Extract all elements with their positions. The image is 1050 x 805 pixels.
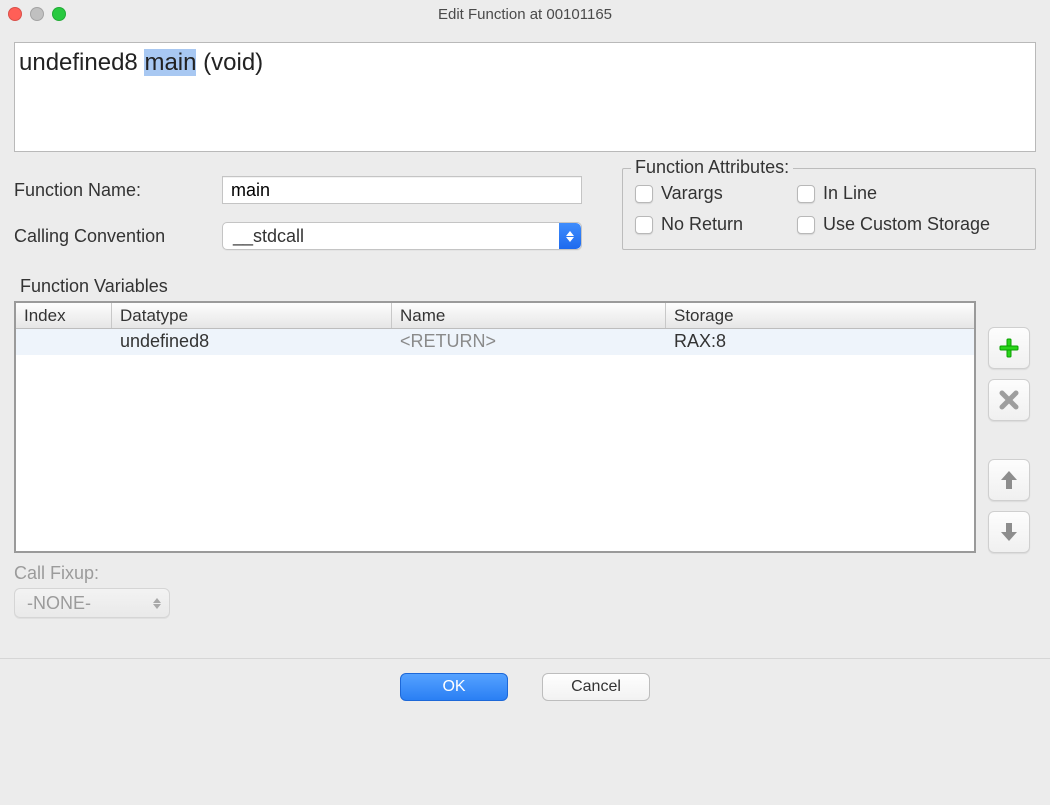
inline-label: In Line xyxy=(823,183,877,204)
varargs-checkbox[interactable]: Varargs xyxy=(635,183,785,204)
add-variable-button[interactable] xyxy=(988,327,1030,369)
remove-variable-button[interactable] xyxy=(988,379,1030,421)
ok-button[interactable]: OK xyxy=(400,673,508,701)
col-name[interactable]: Name xyxy=(392,303,666,328)
chevron-updown-icon xyxy=(153,598,161,609)
calling-convention-label: Calling Convention xyxy=(14,226,222,247)
signature-params: (void) xyxy=(196,49,263,76)
checkbox-icon xyxy=(797,216,815,234)
minimize-icon[interactable] xyxy=(30,7,44,21)
noreturn-label: No Return xyxy=(661,214,743,235)
table-header-row: Index Datatype Name Storage xyxy=(16,303,974,329)
call-fixup-select[interactable]: -NONE- xyxy=(14,588,170,618)
cell-storage: RAX:8 xyxy=(666,329,974,355)
function-variables-label: Function Variables xyxy=(14,276,1036,297)
plus-icon xyxy=(998,337,1020,359)
function-name-label: Function Name: xyxy=(14,180,222,201)
checkbox-icon xyxy=(797,185,815,203)
calling-convention-select[interactable]: __stdcall xyxy=(222,222,582,250)
x-icon xyxy=(999,390,1019,410)
noreturn-checkbox[interactable]: No Return xyxy=(635,214,785,235)
move-up-button[interactable] xyxy=(988,459,1030,501)
window-controls xyxy=(8,7,66,21)
col-index[interactable]: Index xyxy=(16,303,112,328)
function-attributes-legend: Function Attributes: xyxy=(631,157,793,178)
col-storage[interactable]: Storage xyxy=(666,303,974,328)
signature-return-type: undefined8 xyxy=(19,49,144,76)
custom-storage-label: Use Custom Storage xyxy=(823,214,990,235)
down-arrow-icon xyxy=(999,521,1019,543)
col-datatype[interactable]: Datatype xyxy=(112,303,392,328)
inline-checkbox[interactable]: In Line xyxy=(797,183,1023,204)
varargs-label: Varargs xyxy=(661,183,723,204)
function-name-input[interactable] xyxy=(222,176,582,204)
calling-convention-value: __stdcall xyxy=(223,226,304,247)
checkbox-icon xyxy=(635,216,653,234)
cancel-button[interactable]: Cancel xyxy=(542,673,650,701)
signature-name[interactable]: main xyxy=(144,49,196,76)
dialog-window: Edit Function at 00101165 undefined8 mai… xyxy=(0,0,1050,714)
dialog-footer: OK Cancel xyxy=(0,658,1050,714)
call-fixup-label: Call Fixup: xyxy=(14,563,1036,584)
window-title: Edit Function at 00101165 xyxy=(0,6,1050,23)
move-down-button[interactable] xyxy=(988,511,1030,553)
cell-index xyxy=(16,329,112,355)
function-variables-table[interactable]: Index Datatype Name Storage undefined8 <… xyxy=(14,301,976,553)
table-row[interactable]: undefined8 <RETURN> RAX:8 xyxy=(16,329,974,355)
call-fixup-value: -NONE- xyxy=(27,593,91,614)
titlebar[interactable]: Edit Function at 00101165 xyxy=(0,0,1050,28)
custom-storage-checkbox[interactable]: Use Custom Storage xyxy=(797,214,1023,235)
close-icon[interactable] xyxy=(8,7,22,21)
signature-editor[interactable]: undefined8 main (void) xyxy=(14,42,1036,152)
function-attributes-group: Function Attributes: Varargs In Line No … xyxy=(622,168,1036,250)
cell-datatype: undefined8 xyxy=(112,329,392,355)
chevron-updown-icon xyxy=(559,223,581,249)
cell-name: <RETURN> xyxy=(392,329,666,355)
maximize-icon[interactable] xyxy=(52,7,66,21)
up-arrow-icon xyxy=(999,469,1019,491)
checkbox-icon xyxy=(635,185,653,203)
